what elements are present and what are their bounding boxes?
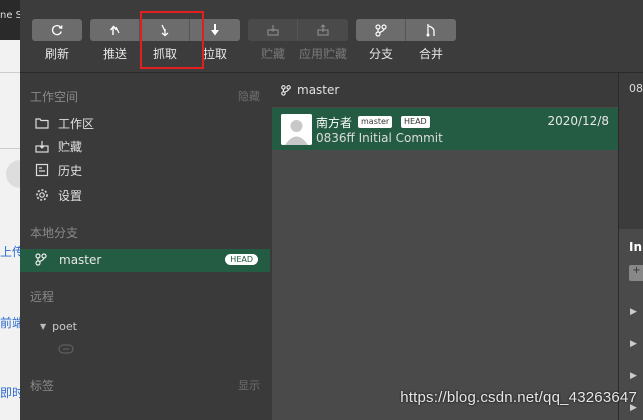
gear-icon <box>34 187 50 203</box>
chevron-right-icon[interactable]: ▶ <box>630 339 637 349</box>
folder-icon <box>34 115 50 131</box>
sidebar-item-branch-master[interactable]: master HEAD <box>20 249 270 272</box>
push-button[interactable] <box>90 19 140 41</box>
branch-icon <box>280 84 292 99</box>
commit-detail-panel: 08 In + ▶ ▶ ▶ ▶ <box>618 73 643 420</box>
sidebar-item-label: 历史 <box>58 163 83 178</box>
workspace-hide-link[interactable]: 隐藏 <box>238 88 260 104</box>
workspace-section-title: 工作空间 <box>30 90 79 104</box>
remotes-section-title: 远程 <box>30 290 55 304</box>
commit-hash: 0836ff <box>316 131 355 145</box>
toolbar-group-branch <box>356 19 456 41</box>
push-icon <box>109 25 120 35</box>
branch-label: 分支 <box>368 47 393 61</box>
merge-icon <box>426 24 435 37</box>
cloud-icon <box>58 344 74 354</box>
background-link-instant[interactable]: 即时 <box>0 384 20 401</box>
browser-tab-text: ne S <box>0 10 20 21</box>
add-button[interactable]: + <box>629 265 643 281</box>
apply-stash-label: 应用贮藏 <box>298 47 347 61</box>
current-branch-label: master <box>297 83 340 97</box>
detail-hash: 08 <box>629 82 643 95</box>
pull-icon <box>211 24 219 36</box>
commit-author: 南方者 <box>316 116 353 130</box>
sourcetree-window: 刷新 推送 抓取 拉取 贮藏 应用贮藏 分支 合并 工作空间 隐藏 工作区 贮藏… <box>20 0 643 420</box>
sidebar: 工作空间 隐藏 工作区 贮藏 历史 设置 本地分支 master HEAD 远程… <box>20 73 270 420</box>
sidebar-item-label: 工作区 <box>58 116 95 131</box>
commit-tag-head: HEAD <box>401 116 430 128</box>
branch-icon <box>34 252 48 269</box>
refresh-button[interactable] <box>32 19 82 41</box>
browser-tab-bar: ne S <box>0 0 20 40</box>
apply-stash-button[interactable] <box>298 19 348 41</box>
avatar <box>281 114 312 145</box>
apply-stash-icon <box>317 24 329 36</box>
stash-label: 贮藏 <box>260 47 285 61</box>
divider <box>0 72 20 73</box>
tags-show-link[interactable]: 显示 <box>238 377 260 393</box>
sidebar-item-settings[interactable]: 设置 <box>34 185 82 205</box>
toolbar-group-refresh <box>32 19 82 41</box>
sidebar-item-remote-poet[interactable]: ▼ poet <box>40 320 77 333</box>
detail-heading: In <box>629 240 643 254</box>
commit-tag-master: master <box>358 116 393 128</box>
stash-icon <box>266 25 279 36</box>
commit-date: 2020/12/8 <box>547 114 609 128</box>
divider <box>0 148 20 149</box>
chevron-right-icon[interactable]: ▶ <box>630 307 637 317</box>
history-icon <box>34 162 50 178</box>
refresh-label: 刷新 <box>44 47 69 61</box>
sidebar-item-label: 设置 <box>58 188 83 203</box>
sidebar-item-working-copy[interactable]: 工作区 <box>34 113 94 133</box>
commit-summary: 0836ff Initial Commit <box>316 131 443 145</box>
commit-list-panel: master 南方者 master HEAD 2020/12/8 0836ff … <box>272 73 618 420</box>
branch-icon <box>374 24 387 37</box>
background-browser-page: ne S 上传 前端 即时 <box>0 0 34 420</box>
stash-button[interactable] <box>248 19 298 41</box>
refresh-icon <box>51 24 63 36</box>
commit-message: Initial Commit <box>358 131 443 145</box>
fetch-highlight-box <box>140 11 204 69</box>
background-link-upload[interactable]: 上传 <box>0 243 20 260</box>
background-link-frontend[interactable]: 前端 <box>0 314 20 331</box>
commit-list-header: master <box>272 73 618 107</box>
toolbar-group-stash <box>248 19 348 41</box>
merge-label: 合并 <box>418 47 443 61</box>
watermark: https://blog.csdn.net/qq_43263647 <box>400 389 637 406</box>
commit-row[interactable]: 南方者 master HEAD 2020/12/8 0836ff Initial… <box>272 108 618 150</box>
merge-button[interactable] <box>406 19 456 41</box>
chevron-down-icon: ▼ <box>40 322 47 331</box>
chevron-right-icon[interactable]: ▶ <box>630 371 637 381</box>
sidebar-item-history[interactable]: 历史 <box>34 160 82 180</box>
head-badge: HEAD <box>225 254 258 265</box>
toolbar: 刷新 推送 抓取 拉取 贮藏 应用贮藏 分支 合并 <box>20 0 643 73</box>
stash-icon <box>34 138 50 154</box>
tags-section-title: 标签 <box>30 379 55 393</box>
sidebar-item-stash[interactable]: 贮藏 <box>34 136 82 156</box>
branch-name: master <box>59 253 102 267</box>
local-branches-section-title: 本地分支 <box>30 226 79 240</box>
sidebar-item-label: 贮藏 <box>58 139 83 154</box>
remote-name: poet <box>52 320 77 333</box>
branch-button[interactable] <box>356 19 406 41</box>
push-label: 推送 <box>102 47 127 61</box>
